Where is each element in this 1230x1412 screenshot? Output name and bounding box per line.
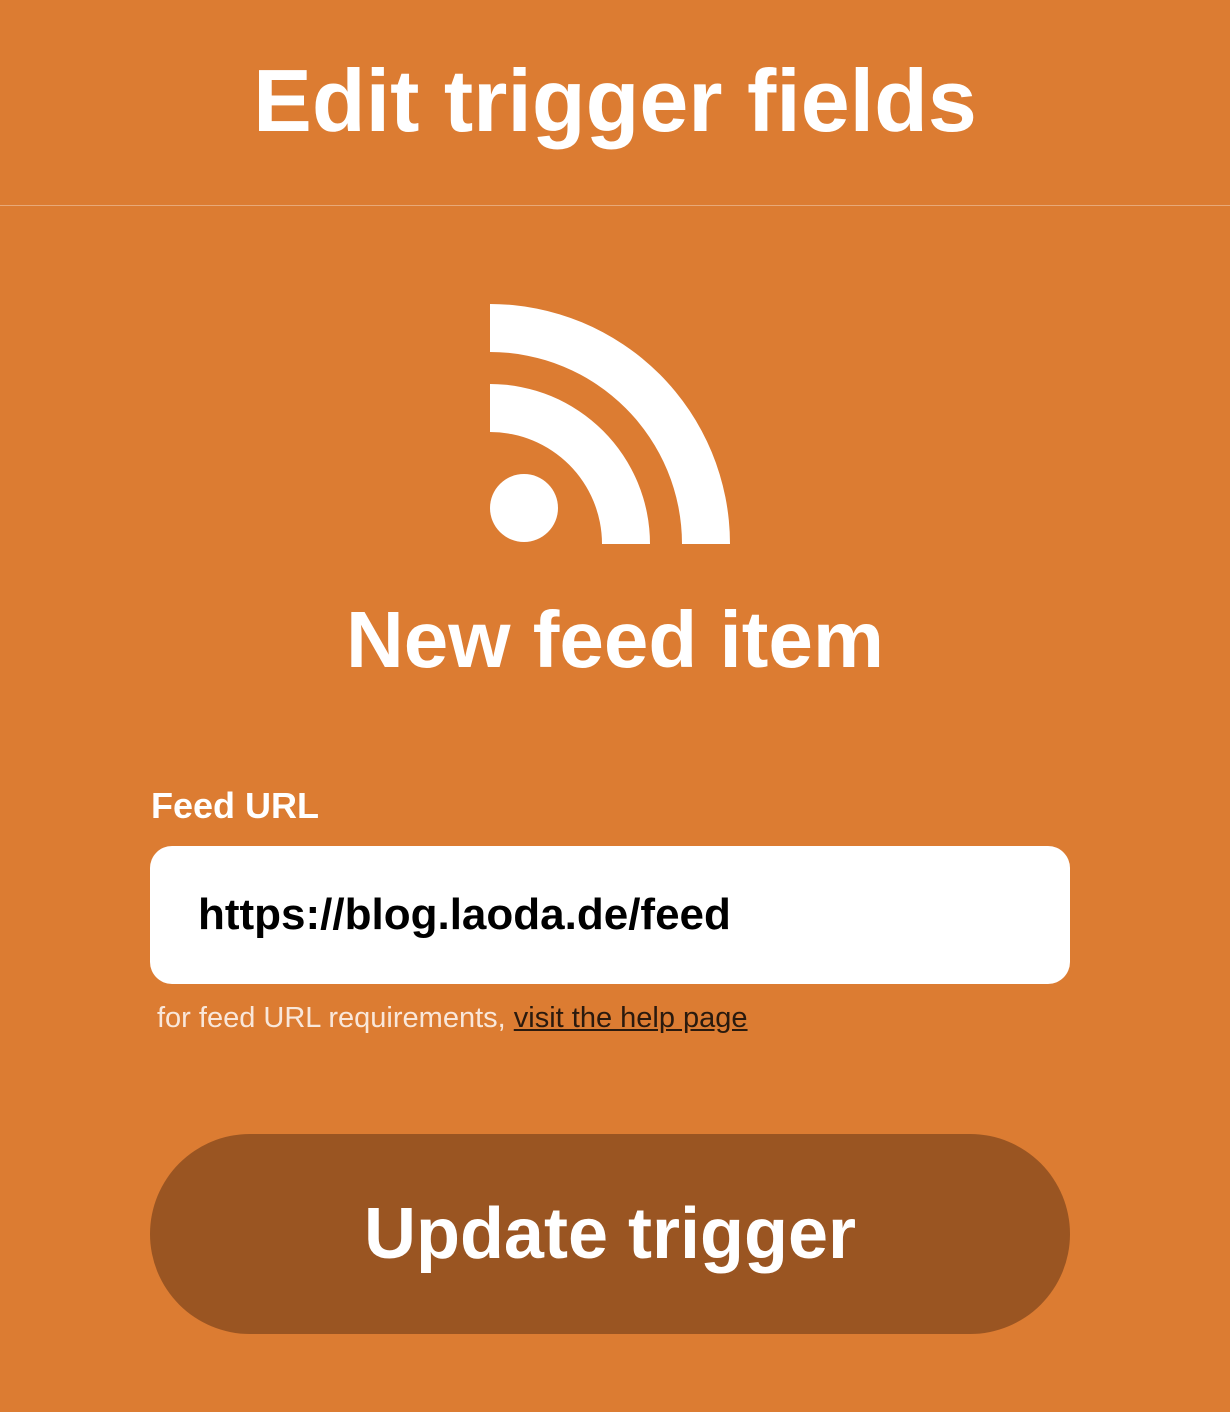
rss-feed-icon — [490, 304, 730, 544]
edit-trigger-page: Edit trigger fields New feed item Feed U… — [0, 0, 1230, 1412]
help-text: for feed URL requirements, visit the hel… — [157, 998, 748, 1038]
help-page-link[interactable]: visit the help page — [514, 1002, 748, 1034]
feed-url-input[interactable] — [150, 846, 1070, 984]
page-header: Edit trigger fields — [0, 0, 1230, 206]
page-title: Edit trigger fields — [253, 50, 977, 150]
update-trigger-button[interactable]: Update trigger — [150, 1134, 1070, 1334]
help-text-prefix: for feed URL requirements, — [157, 1002, 514, 1034]
feed-url-label: Feed URL — [151, 785, 320, 826]
trigger-name: New feed item — [346, 595, 884, 684]
